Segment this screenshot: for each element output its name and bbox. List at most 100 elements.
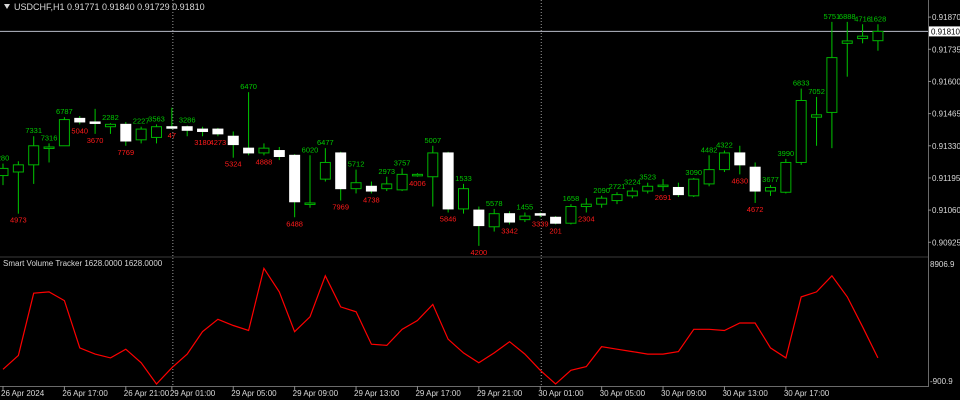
candle-body-bear — [672, 186, 684, 196]
time-tick-label: 29 Apr 05:00 — [231, 389, 277, 398]
buy-volume-label: 2227 — [133, 117, 150, 126]
candle-body-bear — [289, 154, 301, 203]
candle-body-bull — [519, 215, 531, 221]
candle-body-bear — [442, 152, 454, 210]
sell-volume-label: 5040 — [71, 126, 88, 135]
price-tick-label: 0.91465 — [932, 110, 960, 119]
candle-body-bull — [811, 114, 823, 118]
buy-volume-label: 6020 — [302, 145, 319, 154]
buy-volume-label: 4322 — [716, 141, 733, 150]
candle-body-bull — [718, 152, 730, 171]
current-price-label: 0.91810 — [931, 27, 960, 36]
candle-body-bull — [626, 190, 638, 197]
sell-volume-label: 3342 — [501, 226, 518, 235]
candle-body-bull — [28, 145, 40, 166]
time-tick-label: 30 Apr 13:00 — [722, 389, 768, 398]
candle-body-bear — [550, 216, 562, 224]
sell-volume-label: 5324 — [225, 160, 242, 169]
candle-body-bull — [396, 173, 408, 191]
buy-volume-label: 1628 — [870, 14, 887, 23]
sell-volume-label: 4973 — [10, 216, 27, 225]
price-tick-label: 0.90925 — [932, 238, 960, 247]
buy-volume-label: 7052 — [808, 87, 825, 96]
candle-body-bear — [89, 121, 101, 124]
candle-body-bull — [151, 126, 162, 138]
candle-body-bull — [58, 119, 70, 147]
sell-volume-label: 4006 — [409, 179, 426, 188]
candle-body-bull — [841, 40, 853, 44]
indicator-axis-bottom: -900.9 — [930, 377, 953, 386]
volume-labels-layer: 2804973733173166787504036702282776922273… — [0, 12, 886, 257]
candle-body-bear — [181, 126, 193, 131]
candle-body-bull — [104, 123, 116, 128]
time-tick-label: 29 Apr 01:00 — [170, 389, 216, 398]
candle-body-bull — [43, 146, 55, 149]
candle-body-bull — [688, 178, 700, 197]
candle-body-bear — [534, 213, 546, 216]
candle-body-bull — [411, 173, 423, 177]
time-tick-label: 26 Apr 21:00 — [124, 389, 170, 398]
indicator-line-layer — [2, 266, 879, 385]
sell-volume-label: 4200 — [471, 248, 488, 257]
buy-volume-label: 6833 — [793, 79, 810, 88]
time-tick-label: 30 Apr 01:00 — [538, 389, 584, 398]
candle-body-bull — [795, 100, 807, 163]
buy-volume-label: 5751 — [824, 12, 841, 21]
buy-volume-label: 2090 — [593, 186, 610, 195]
buy-volume-label: 3523 — [639, 173, 656, 182]
sell-volume-label: 47 — [168, 131, 176, 140]
candle-body-bull — [427, 152, 439, 178]
sell-volume-label: 3670 — [87, 136, 104, 145]
buy-volume-label: 2721 — [609, 182, 626, 191]
buy-volume-label: 3990 — [778, 149, 795, 158]
candle-body-bull — [258, 147, 270, 154]
time-tick-label: 29 Apr 17:00 — [415, 389, 461, 398]
time-tick-label: 26 Apr 2024 — [1, 389, 45, 398]
buy-volume-label: 5712 — [348, 160, 365, 169]
sell-volume-label: 4273 — [210, 138, 227, 147]
sell-volume-label: 3339 — [532, 219, 549, 228]
sell-volume-label: 4888 — [256, 157, 273, 166]
sell-volume-label: 7969 — [332, 203, 349, 212]
candle-body-bear — [197, 128, 209, 132]
candle-body-bull — [488, 213, 500, 228]
candle-body-bear — [243, 147, 255, 154]
buy-volume-label: 3224 — [624, 177, 641, 186]
candle-body-bear — [734, 152, 746, 166]
sell-volume-label: 6488 — [286, 219, 303, 228]
time-tick-label: 29 Apr 21:00 — [477, 389, 523, 398]
candle-body-bear — [273, 150, 285, 157]
candle-body-bull — [857, 35, 869, 40]
price-tick-label: 0.91330 — [932, 142, 960, 151]
time-tick-label: 30 Apr 17:00 — [784, 389, 830, 398]
candle-body-bear — [473, 209, 485, 227]
candle-body-bull — [611, 194, 623, 202]
candle-body-bear — [504, 213, 516, 223]
sell-volume-label: 201 — [549, 226, 562, 235]
candle-body-bear — [227, 135, 239, 146]
candle-body-bull — [872, 30, 884, 42]
candle-body-bear — [335, 152, 347, 190]
candle-body-bear — [74, 117, 86, 123]
price-tick-label: 0.91060 — [932, 206, 960, 215]
buy-volume-label: 4482 — [701, 145, 718, 154]
candle-body-bull — [826, 57, 838, 113]
time-tick-label: 26 Apr 17:00 — [62, 389, 108, 398]
candle-body-bull — [319, 161, 331, 180]
sell-volume-label: 4630 — [731, 176, 748, 185]
candle-body-bear — [749, 166, 761, 192]
buy-volume-label: 3090 — [685, 168, 702, 177]
buy-volume-label: 6888 — [839, 12, 856, 21]
buy-volume-label: 3757 — [394, 158, 411, 167]
chart-canvas[interactable]: 2804973733173166787504036702282776922273… — [0, 0, 960, 400]
price-tick-label: 0.91195 — [932, 174, 960, 183]
candle-body-bear — [365, 185, 377, 192]
buy-volume-label: 7331 — [25, 126, 42, 135]
price-tick-label: 0.91600 — [932, 77, 960, 86]
candle-body-bull — [596, 197, 608, 205]
candle-body-bull — [12, 164, 24, 173]
buy-volume-label: 3563 — [148, 114, 165, 123]
candle-body-bull — [703, 169, 715, 185]
candle-body-bull — [135, 128, 147, 141]
smart-volume-line — [2, 266, 879, 385]
